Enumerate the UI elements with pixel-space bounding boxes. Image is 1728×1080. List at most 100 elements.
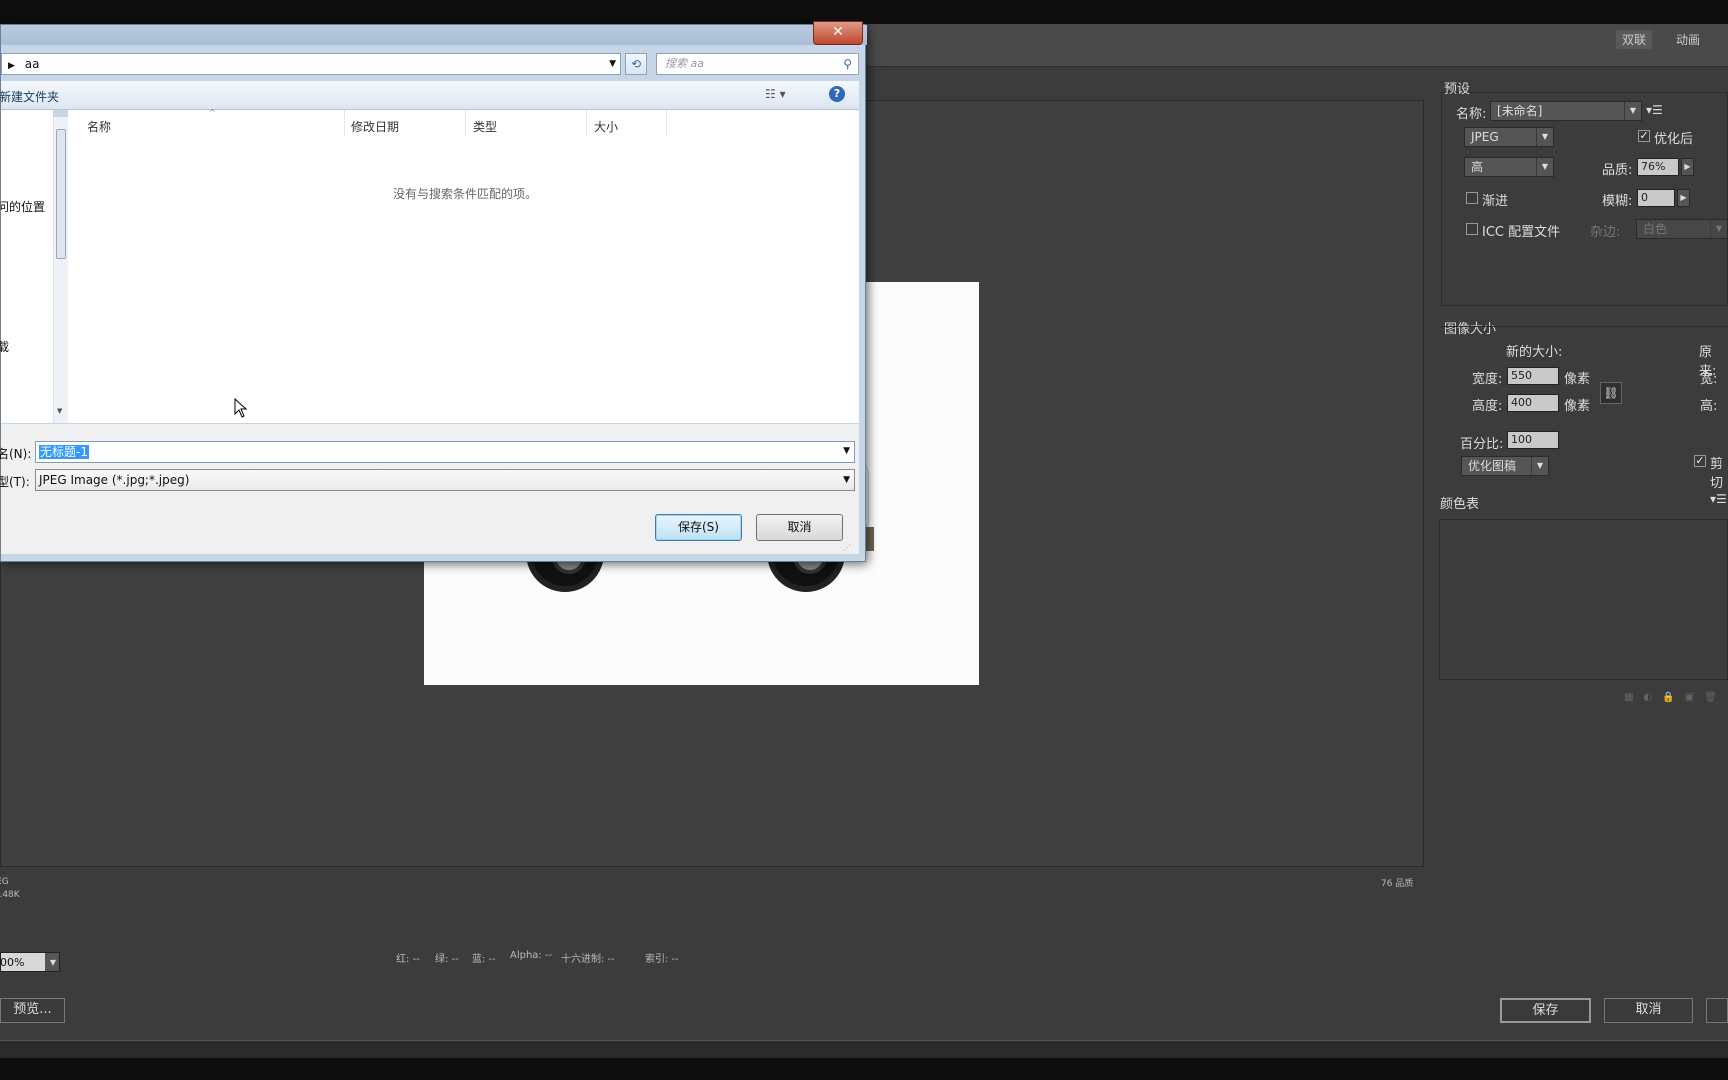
progressive-checkbox[interactable] bbox=[1466, 192, 1478, 204]
search-placeholder: 搜索 aa bbox=[665, 57, 704, 70]
link-constrain-icon[interactable]: ⛓ bbox=[1600, 382, 1622, 404]
quality-slider-arrow-icon[interactable]: ▶ bbox=[1681, 158, 1694, 176]
nav-item-downloads[interactable]: 载 bbox=[0, 338, 9, 355]
orig-width-label: 宽: bbox=[1700, 372, 1718, 387]
quality-label: 品质: bbox=[1602, 163, 1633, 178]
blur-input[interactable]: 0 bbox=[1637, 189, 1675, 207]
index-readout: 索引: -- bbox=[645, 954, 679, 965]
nav-scrollbar-thumb[interactable] bbox=[56, 129, 66, 259]
height-unit: 像素 bbox=[1564, 399, 1591, 414]
output-size: 10.48K bbox=[0, 890, 20, 900]
optimized-checkbox[interactable]: ✓ bbox=[1638, 130, 1650, 142]
address-dropdown-icon[interactable]: ▼ bbox=[609, 54, 616, 74]
orig-height-label: 高: bbox=[1700, 399, 1718, 414]
nav-scrollbar[interactable]: ▼ bbox=[53, 117, 68, 423]
column-modified[interactable]: 修改日期 bbox=[351, 118, 399, 135]
address-bar[interactable]: ▶ aa ▼ bbox=[1, 53, 621, 75]
matte-select[interactable]: 白色 ▼ bbox=[1636, 219, 1728, 239]
settings-panel: 预设 名称: [未命名] ▼ ▾☰ JPEG ▼ ✓ 优化后 高 ▼ 品质: 7… bbox=[1432, 66, 1728, 996]
percent-input[interactable]: 100 bbox=[1507, 431, 1559, 449]
alpha-readout: Alpha: -- bbox=[510, 950, 553, 961]
close-icon[interactable]: ✕ bbox=[813, 21, 863, 45]
filetype-label: 型(T): bbox=[0, 475, 30, 489]
icc-checkbox[interactable] bbox=[1466, 223, 1478, 235]
width-label: 宽度: bbox=[1472, 372, 1503, 387]
format-value: JPEG bbox=[1471, 130, 1499, 144]
preset-menu-icon[interactable]: ▾☰ bbox=[1646, 103, 1663, 117]
zoom-value: 100% bbox=[0, 956, 25, 969]
matte-value: 白色 bbox=[1643, 222, 1668, 236]
new-folder-button[interactable]: 新建文件夹 bbox=[0, 88, 59, 105]
column-name[interactable]: 名称 bbox=[87, 118, 111, 135]
column-divider bbox=[344, 110, 345, 136]
filename-dropdown-icon[interactable]: ▼ bbox=[843, 446, 850, 456]
preview-button[interactable]: 预览... bbox=[0, 998, 65, 1023]
2-up-tab[interactable]: 双联 bbox=[1616, 30, 1653, 49]
icc-label: ICC 配置文件 bbox=[1482, 225, 1561, 240]
column-divider bbox=[586, 110, 587, 136]
refresh-icon[interactable]: ⟲ bbox=[625, 53, 647, 75]
dialog-save-button[interactable]: 保存(S) bbox=[655, 514, 742, 541]
done-button-partial[interactable] bbox=[1706, 998, 1728, 1023]
chevron-down-icon: ▼ bbox=[1536, 128, 1553, 146]
filename-input[interactable]: 无标题-1 ▼ bbox=[35, 441, 855, 463]
zoom-level[interactable]: 100% ▼ bbox=[0, 952, 60, 972]
matte-label: 杂边: bbox=[1590, 225, 1621, 240]
address-path: aa bbox=[24, 57, 40, 71]
search-input[interactable]: 搜索 aa ⚲ bbox=[656, 53, 859, 75]
file-list: 名称 ^ 修改日期 类型 大小 没有与搜索条件匹配的项。 bbox=[68, 108, 859, 423]
preset-title: 预设 bbox=[1444, 82, 1471, 97]
clip-checkbox[interactable]: ✓ bbox=[1694, 455, 1706, 467]
chevron-down-icon: ▼ bbox=[1536, 158, 1553, 176]
search-icon[interactable]: ⚲ bbox=[843, 54, 852, 74]
mouse-cursor-icon bbox=[234, 398, 248, 418]
filename-value: 无标题-1 bbox=[39, 445, 89, 459]
scroll-down-icon[interactable]: ▼ bbox=[57, 407, 62, 415]
chevron-down-icon: ▼ bbox=[1710, 220, 1727, 238]
screen-bottom-bar bbox=[0, 1058, 1728, 1080]
dialog-toolbar: 新建文件夹 ☷ ▾ ? bbox=[0, 81, 859, 110]
sort-ascending-icon: ^ bbox=[209, 108, 216, 117]
resize-grip-icon[interactable]: ⋰ bbox=[843, 543, 851, 552]
quality-level-select[interactable]: 高 ▼ bbox=[1464, 157, 1554, 177]
width-input[interactable]: 550 bbox=[1507, 367, 1559, 385]
help-icon[interactable]: ? bbox=[829, 86, 845, 102]
height-label: 高度: bbox=[1472, 399, 1503, 414]
navigation-pane: 问的位置 载 bbox=[0, 110, 53, 423]
taskbar-strip bbox=[0, 1040, 1728, 1059]
dialog-titlebar bbox=[1, 25, 867, 45]
view-options-icon[interactable]: ☷ ▾ bbox=[765, 87, 786, 101]
filename-label: 名(N): bbox=[0, 447, 32, 461]
nav-item-recent-places[interactable]: 问的位置 bbox=[0, 198, 45, 215]
dialog-cancel-button[interactable]: 取消 bbox=[756, 514, 843, 541]
color-table-menu-icon[interactable]: ▾☰ bbox=[1710, 492, 1727, 506]
color-table-panel bbox=[1439, 519, 1728, 680]
clip-label: 剪切 bbox=[1710, 457, 1724, 491]
percent-label: 百分比: bbox=[1460, 437, 1504, 452]
empty-message: 没有与搜索条件匹配的项。 bbox=[393, 187, 538, 201]
animation-tab[interactable]: 动画 bbox=[1670, 30, 1706, 49]
blur-slider-arrow-icon[interactable]: ▶ bbox=[1677, 189, 1690, 207]
new-size-label: 新的大小: bbox=[1506, 345, 1563, 360]
save-optimized-dialog: ✕ ▶ aa ▼ ⟲ 搜索 aa ⚲ 新建文件夹 ☷ ▾ ? 问的位置 载 ▼ … bbox=[0, 21, 867, 562]
quality-note: 76 品质 bbox=[1381, 879, 1414, 889]
quality-level-value: 高 bbox=[1471, 160, 1484, 174]
quality-input[interactable]: 76% bbox=[1637, 158, 1679, 176]
column-type[interactable]: 类型 bbox=[473, 118, 497, 135]
filetype-select[interactable]: JPEG Image (*.jpg;*.jpeg) ▼ bbox=[35, 469, 855, 491]
preset-name-select[interactable]: [未命名] ▼ bbox=[1490, 101, 1642, 121]
main-cancel-button[interactable]: 取消 bbox=[1604, 998, 1693, 1023]
resample-select[interactable]: 优化图稿 ▼ bbox=[1461, 456, 1549, 476]
column-size[interactable]: 大小 bbox=[594, 118, 618, 135]
hex-readout: 十六进制: -- bbox=[561, 954, 615, 965]
filetype-value: JPEG Image (*.jpg;*.jpeg) bbox=[39, 473, 190, 487]
format-select[interactable]: JPEG ▼ bbox=[1464, 127, 1554, 147]
output-format: JPEG bbox=[0, 877, 9, 887]
column-divider bbox=[666, 110, 667, 136]
height-input[interactable]: 400 bbox=[1507, 394, 1559, 412]
breadcrumb-arrow-icon: ▶ bbox=[8, 61, 15, 71]
main-save-button[interactable]: 保存 bbox=[1500, 998, 1591, 1023]
screen-top-bar bbox=[0, 0, 1728, 24]
filetype-dropdown-icon[interactable]: ▼ bbox=[843, 470, 850, 490]
zoom-dropdown-icon[interactable]: ▼ bbox=[45, 953, 59, 971]
